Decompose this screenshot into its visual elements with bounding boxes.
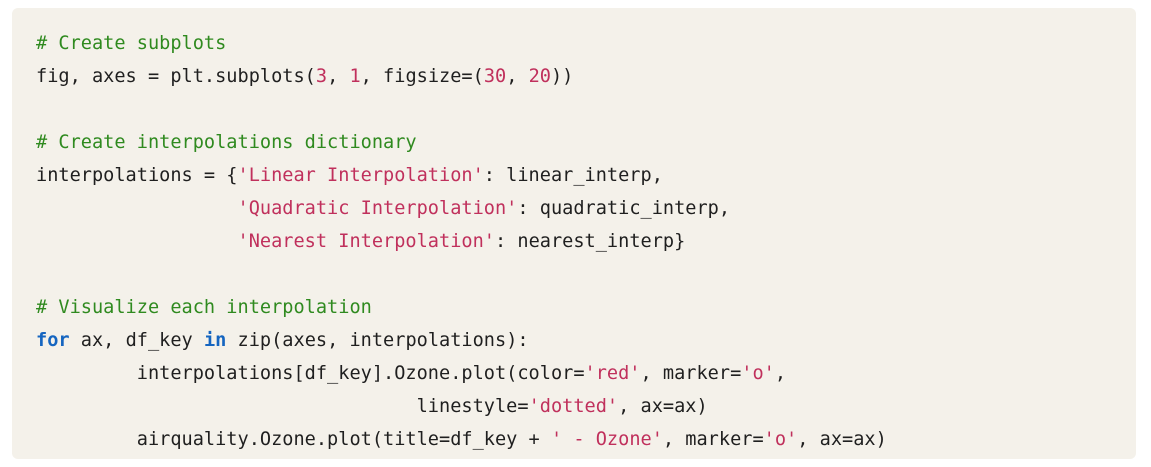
- code-token-plain: : quadratic_interp,: [517, 198, 731, 219]
- code-line: # Create subplots: [36, 27, 1136, 60]
- code-token-plain: zip(axes, interpolations):: [226, 330, 529, 351]
- code-token-plain: , figsize=(: [360, 66, 484, 87]
- blank-code-line: [36, 93, 1136, 126]
- code-token-comment: # Visualize each interpolation: [36, 297, 372, 318]
- code-token-number: 20: [528, 66, 551, 87]
- code-line: # Visualize each interpolation: [36, 291, 1136, 324]
- code-line: linestyle='dotted', ax=ax): [36, 390, 1136, 423]
- code-token-string: 'Nearest Interpolation': [237, 231, 495, 252]
- code-token-plain: ,: [774, 363, 787, 384]
- code-token-string: 'o': [741, 363, 775, 384]
- code-token-keyword: in: [203, 330, 227, 351]
- code-token-plain: , ax=ax): [618, 396, 708, 417]
- code-line: interpolations = {'Linear Interpolation'…: [36, 159, 1136, 192]
- code-token-plain: ax, df_key: [69, 330, 204, 351]
- code-token-plain: ,: [506, 66, 529, 87]
- code-line: 'Quadratic Interpolation': quadratic_int…: [36, 192, 1136, 225]
- code-token-comment: # Create interpolations dictionary: [36, 132, 417, 153]
- code-token-string: 'Quadratic Interpolation': [237, 198, 518, 219]
- code-line: # Create interpolations dictionary: [36, 126, 1136, 159]
- code-token-plain: interpolations[df_key].Ozone.plot(color=: [36, 363, 585, 384]
- code-token-plain: linestyle=: [36, 396, 529, 417]
- code-token-string: 'red': [584, 363, 641, 384]
- code-token-number: 1: [349, 66, 361, 87]
- code-token-string: 'Linear Interpolation': [237, 165, 484, 186]
- code-token-number: 30: [483, 66, 507, 87]
- code-line: 'Nearest Interpolation': nearest_interp}: [36, 225, 1136, 258]
- code-line: fig, axes = plt.subplots(3, 1, figsize=(…: [36, 60, 1136, 93]
- code-token-string: ' - Ozone': [550, 429, 663, 450]
- code-line: for ax, df_key in zip(axes, interpolatio…: [36, 324, 1136, 357]
- code-line: airquality.Ozone.plot(title=df_key + ' -…: [36, 423, 1136, 456]
- code-token-plain: fig, axes = plt.subplots(: [36, 66, 316, 87]
- code-token-plain: , ax=ax): [797, 429, 887, 450]
- code-token-comment: # Create subplots: [36, 33, 227, 54]
- code-token-plain: : nearest_interp}: [494, 231, 686, 252]
- code-token-plain: airquality.Ozone.plot(title=df_key +: [36, 429, 551, 450]
- code-block: # Create subplots fig, axes = plt.subplot…: [12, 8, 1136, 459]
- code-line: interpolations[df_key].Ozone.plot(color=…: [36, 357, 1136, 390]
- code-token-plain: , marker=: [640, 363, 742, 384]
- code-token-plain: , marker=: [662, 429, 764, 450]
- blank-code-line: [36, 258, 1136, 291]
- code-token-string: 'o': [763, 429, 798, 450]
- code-token-keyword: for: [36, 330, 70, 351]
- code-token-plain: interpolations = {: [36, 165, 238, 186]
- code-token-plain: )): [550, 66, 574, 87]
- code-token-string: 'dotted': [528, 396, 619, 417]
- code-token-number: 3: [315, 66, 328, 87]
- code-token-plain: ,: [327, 66, 350, 87]
- code-token-plain: : linear_interp,: [483, 165, 663, 186]
